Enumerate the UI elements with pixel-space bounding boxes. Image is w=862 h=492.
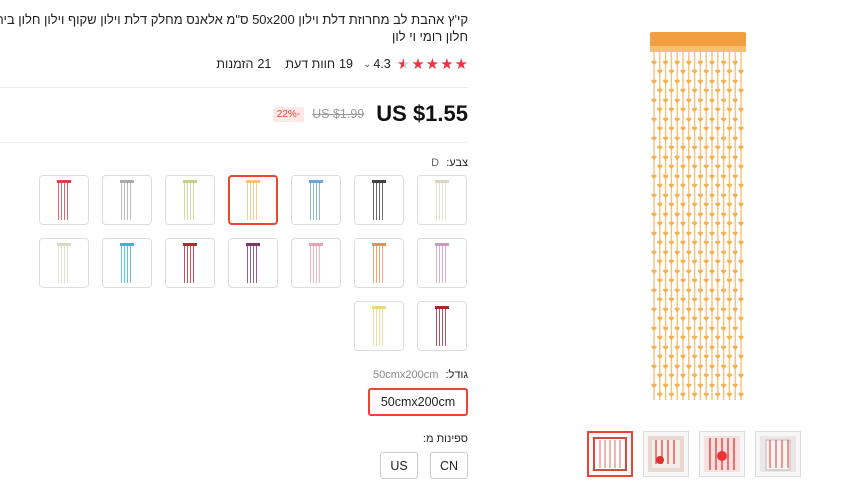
color-swatch[interactable] [354,175,404,225]
color-selected-value: D [431,157,440,169]
color-swatch[interactable] [165,175,215,225]
thumbnail-1[interactable] [587,431,633,477]
ship-from-cn-button[interactable]: CN [430,452,468,479]
curtain-illustration [650,32,746,400]
reviews-count[interactable]: 19 [339,57,353,71]
star-icon: ★ [411,56,425,73]
divider [0,87,468,88]
size-label-row: גודל: 50cmx200cm [373,369,468,381]
original-price: US $1.99 [312,107,365,121]
thumbnail-3[interactable] [699,431,745,477]
color-swatch[interactable] [165,238,215,288]
color-swatch[interactable] [354,238,404,288]
orders-count: 21 [257,57,272,71]
color-label: צבע: [446,157,468,169]
color-swatch[interactable] [39,175,89,225]
curtain-icon [372,243,386,283]
curtain-icon [120,243,134,283]
color-swatch[interactable] [102,175,152,225]
curtain-icon [435,180,449,220]
size-selected-value: 50cmx200cm [373,369,439,381]
main-product-image[interactable] [650,32,746,402]
color-swatch[interactable] [291,175,341,225]
color-swatch[interactable] [417,301,467,351]
star-icon: ★ [425,56,440,73]
color-swatch[interactable] [102,238,152,288]
curtain-icon [372,180,386,220]
star-icon: ★ [440,56,454,73]
color-swatch[interactable] [228,175,278,225]
orders-label: הזמנות [216,57,254,71]
curtain-icon [435,306,449,346]
discount-badge: -22% [272,106,305,122]
color-swatch[interactable] [39,238,89,288]
rating-stars: ★ ★ ★ ★ ★ [397,55,468,73]
shipping-label: ספינות מ: [422,433,468,445]
curtain-icon [309,180,323,220]
curtain-icon [435,243,449,283]
rating-value[interactable]: 4.3 [373,57,390,71]
color-swatch[interactable] [228,238,278,288]
curtain-icon [246,180,260,220]
curtain-icon [57,180,71,220]
color-swatch[interactable] [417,175,467,225]
color-swatch[interactable] [291,238,341,288]
color-swatch[interactable] [417,238,467,288]
curtain-icon [309,243,323,283]
size-label: גודל: [445,369,469,381]
ship-from-us-button[interactable]: US [380,452,418,479]
size-option-button[interactable]: 50cmx200cm [368,388,468,416]
product-title: קי'ץ אהבת לב מחרוזת דלת וילון 50x200 ס"מ… [0,12,468,44]
reviews-label[interactable]: חוות דעת [285,57,335,71]
current-price: US $1.55 [376,101,468,126]
curtain-icon [57,243,71,283]
divider [0,142,468,143]
star-icon: ★ [454,56,468,73]
color-label-row: צבע: D [431,157,468,169]
star-half-icon: ★ [396,56,411,73]
chevron-down-icon[interactable]: ⌄ [363,59,371,70]
thumbnail-2[interactable] [643,431,689,477]
thumbnail-4[interactable] [755,431,801,477]
color-swatch[interactable] [354,301,404,351]
thumbnail-strip [587,431,801,477]
curtain-icon [372,306,386,346]
curtain-icon [183,243,197,283]
curtain-icon [183,180,197,220]
price-row: US $1.55 US $1.99 -22% [272,101,468,127]
rating-row: ★ ★ ★ ★ ★ 4.3 ⌄ 19 חוות דעת 21 הזמנות [216,55,468,73]
curtain-icon [120,180,134,220]
curtain-icon [246,243,260,283]
